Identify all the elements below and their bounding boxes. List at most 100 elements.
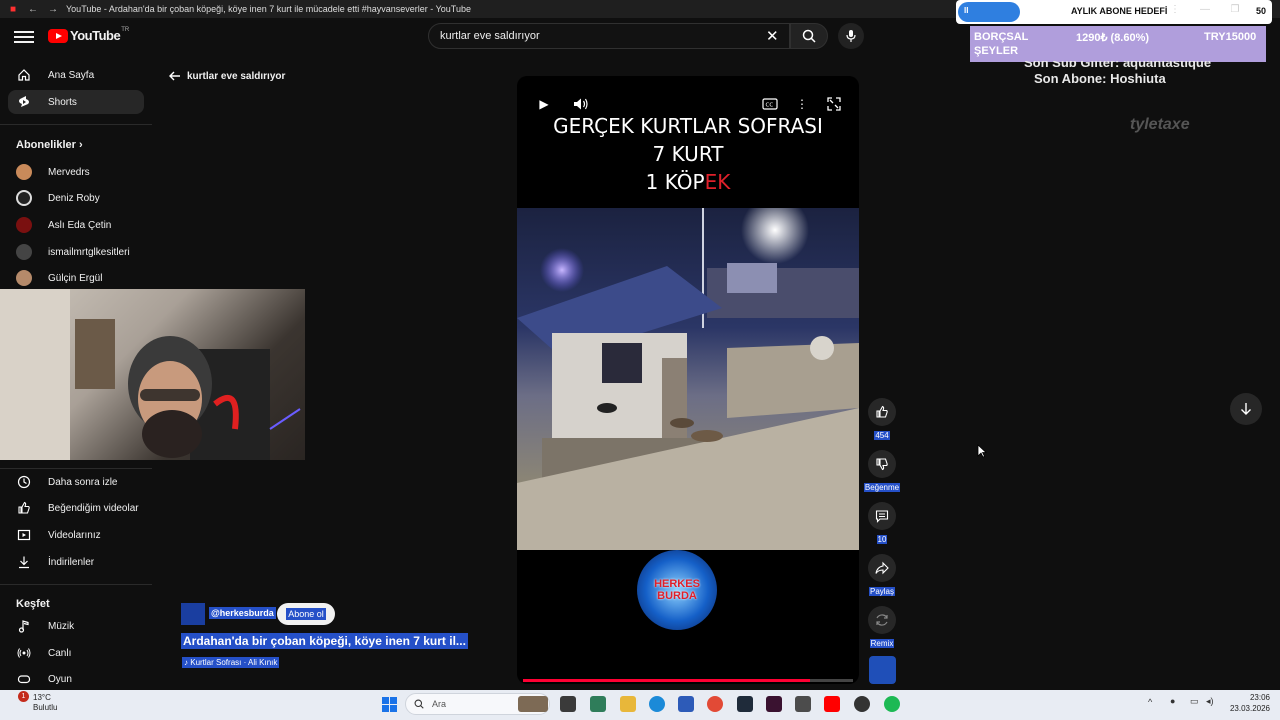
window-more-icon[interactable]: ⋮: [1160, 0, 1190, 18]
streamer-webcam: [0, 289, 305, 460]
sidebar-item-watch-later[interactable]: Daha sonra izle: [8, 470, 144, 494]
sidebar-divider: [0, 584, 152, 585]
forward-arrow-icon[interactable]: →: [46, 2, 60, 16]
audio-thumbnail[interactable]: [869, 656, 896, 684]
volume-icon[interactable]: [572, 96, 590, 112]
sidebar-item-subscription[interactable]: Mervedrs: [8, 160, 144, 184]
cctv-scene: [517, 208, 859, 550]
search-button[interactable]: [790, 23, 828, 49]
sidebar-item-label: Müzik: [48, 620, 75, 632]
arrow-left-icon: [169, 71, 180, 81]
shorts-player[interactable]: ▶ CC ⋮ GERÇEK KURTLAR SOFRASI 7 KURT 1 K…: [517, 76, 859, 684]
sidebar-item-subscription[interactable]: Aslı Eda Çetin: [8, 213, 144, 237]
logo-text: YouTube: [70, 28, 121, 43]
donation-progress: 1290₺ (8.60%): [1076, 32, 1150, 44]
sidebar-item-label: Daha sonra izle: [48, 476, 118, 488]
widgets-app-icon[interactable]: [590, 696, 606, 712]
badge-line: HERKES: [654, 578, 700, 590]
sponsor-logo: tyletaxe: [1130, 116, 1190, 133]
recording-app-icon[interactable]: [854, 696, 870, 712]
sidebar-item-subscription[interactable]: Gülçin Ergül: [8, 266, 144, 290]
search-icon: [414, 699, 424, 709]
sidebar-item-music[interactable]: Müzik: [8, 614, 144, 638]
notification-badge: 1: [18, 691, 29, 702]
youtube-play-icon: [48, 28, 68, 43]
channel-avatar[interactable]: [181, 603, 205, 625]
sound-chip[interactable]: ♪ Kurtlar Sofrası · Ali Kınık: [182, 657, 280, 668]
sidebar-item-downloads[interactable]: İndirilenler: [8, 550, 144, 574]
restore-button[interactable]: ❐: [1220, 0, 1250, 18]
sidebar-item-shorts[interactable]: Shorts: [8, 90, 144, 114]
captions-icon[interactable]: CC: [761, 96, 779, 112]
share-label: Paylaş: [868, 587, 895, 596]
youtube-logo[interactable]: YouTube TR: [48, 27, 129, 43]
remix-button[interactable]: [868, 606, 896, 634]
back-to-search-link[interactable]: kurtlar eve saldırıyor: [168, 70, 285, 82]
subscriptions-heading[interactable]: Abonelikler ›: [16, 139, 83, 151]
tool-app-icon[interactable]: [795, 696, 811, 712]
display-icon[interactable]: ▭: [1190, 696, 1199, 707]
system-clock[interactable]: 23:06 23.03.2026: [1218, 692, 1270, 714]
comments-button[interactable]: [868, 502, 896, 530]
video-overlay-title: GERÇEK KURTLAR SOFRASI 7 KURT 1 KÖPEK: [517, 112, 859, 196]
donation-name: BORÇSAL ŞEYLER: [974, 31, 1029, 57]
short-title[interactable]: Ardahan'da bir çoban köpeği, köye inen 7…: [181, 633, 468, 649]
avatar: [16, 190, 32, 206]
sidebar-item-label: Aslı Eda Çetin: [48, 219, 112, 231]
home-icon: [16, 67, 32, 83]
microphone-icon[interactable]: ●: [1170, 696, 1175, 706]
back-arrow-icon[interactable]: ←: [26, 2, 40, 16]
tab-title: YouTube - Ardahan'da bir çoban köpeği, k…: [66, 4, 471, 14]
sidebar-item-liked-videos[interactable]: Beğendiğim videolar: [8, 496, 144, 520]
sidebar-divider: [0, 124, 152, 125]
sidebar-item-label: İndirilenler: [48, 556, 95, 568]
clear-search-icon[interactable]: ✕: [766, 27, 779, 45]
weather-widget[interactable]: 13°C Bulutlu: [33, 693, 57, 713]
spotify-icon[interactable]: [884, 696, 900, 712]
channel-handle[interactable]: @herkesburda: [209, 607, 276, 619]
chrome-browser-icon[interactable]: [707, 696, 723, 712]
comment-icon: [875, 510, 889, 523]
menu-icon[interactable]: [14, 28, 34, 44]
sidebar-item-subscription[interactable]: Deniz Roby: [8, 186, 144, 210]
sidebar-item-label: Beğendiğim videolar: [48, 502, 139, 514]
next-short-button[interactable]: [1230, 393, 1262, 425]
sidebar-item-your-videos[interactable]: Videolarınız: [8, 523, 144, 547]
like-count: 454: [874, 431, 890, 440]
file-explorer-icon[interactable]: [620, 696, 636, 712]
windows-taskbar: [0, 690, 1280, 720]
calculator-app-icon[interactable]: [678, 696, 694, 712]
comment-count: 10: [876, 535, 888, 544]
sidebar-item-gaming[interactable]: Oyun: [8, 667, 144, 691]
dislike-button[interactable]: [868, 450, 896, 478]
windows-start-icon[interactable]: [382, 697, 397, 712]
minimize-button[interactable]: —: [1190, 0, 1220, 18]
sidebar-item-label: Shorts: [48, 96, 77, 108]
goal-label: AYLIK ABONE HEDEFİ: [1071, 6, 1168, 16]
fullscreen-icon[interactable]: [825, 96, 843, 112]
play-icon[interactable]: ▶: [535, 96, 553, 112]
chevron-up-icon[interactable]: ^: [1148, 697, 1152, 707]
like-button[interactable]: [868, 398, 896, 426]
shorts-icon: [16, 94, 32, 110]
sidebar-item-live[interactable]: Canlı: [8, 641, 144, 665]
volume-icon[interactable]: ◂): [1206, 696, 1214, 707]
voice-search-button[interactable]: [838, 23, 864, 49]
more-options-icon[interactable]: ⋮: [793, 96, 811, 112]
chevron-right-icon: ›: [78, 139, 83, 151]
sidebar-item-subscription[interactable]: ismailmrtglkesitleri: [8, 240, 144, 264]
search-query[interactable]: kurtlar eve saldırıyor: [440, 30, 540, 42]
task-view-icon[interactable]: [560, 696, 576, 712]
share-button[interactable]: [868, 554, 896, 582]
music-icon: [16, 618, 32, 634]
steam-icon[interactable]: [737, 696, 753, 712]
video-progress-bar[interactable]: [523, 679, 853, 682]
edge-browser-icon[interactable]: [649, 696, 665, 712]
avatar: [16, 244, 32, 260]
subscribe-button[interactable]: Abone ol: [277, 603, 335, 625]
sidebar-divider: [0, 468, 152, 469]
youtube-app-icon[interactable]: [824, 696, 840, 712]
obs-app-icon[interactable]: [766, 696, 782, 712]
clock-date: 23.03.2026: [1229, 704, 1270, 713]
sidebar-item-home[interactable]: Ana Sayfa: [8, 63, 144, 87]
